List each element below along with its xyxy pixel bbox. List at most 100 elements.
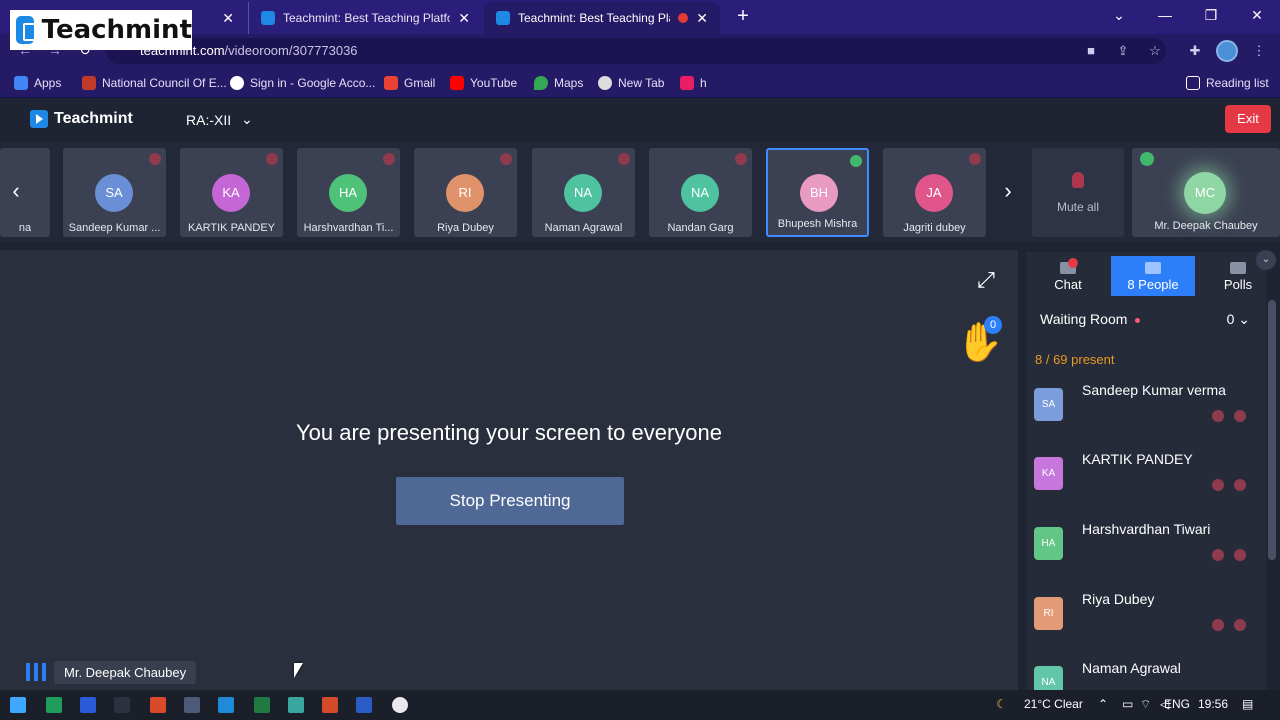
tab-search-dropdown-button[interactable]: ⌄: [1096, 0, 1142, 32]
minimize-button[interactable]: —: [1142, 0, 1188, 32]
profile-avatar[interactable]: [1216, 40, 1238, 62]
bookmark-label: Maps: [554, 76, 584, 90]
avatar: NA: [681, 174, 719, 212]
close-window-button[interactable]: ✕: [1234, 0, 1280, 32]
panel-scrollbar[interactable]: [1268, 300, 1276, 560]
bookmark-maps[interactable]: Maps: [534, 74, 583, 92]
new-tab-button[interactable]: +: [732, 5, 754, 27]
avatar: KA: [212, 174, 250, 212]
edge-browser-icon[interactable]: [218, 697, 234, 713]
strip-prev-arrow-icon[interactable]: ‹: [6, 176, 26, 206]
tab-title: Teachmint: Best Teaching Platform: [283, 11, 451, 25]
powerpoint-icon[interactable]: [322, 697, 338, 713]
strip-next-arrow-icon[interactable]: ›: [998, 176, 1018, 206]
tab-close-icon[interactable]: ✕: [696, 10, 708, 27]
browser-menu-icon[interactable]: ⋮: [1250, 42, 1268, 60]
camera-off-icon[interactable]: [1234, 479, 1246, 491]
people-list-item[interactable]: HA Harshvardhan Tiwari: [1034, 521, 1258, 581]
tray-overflow-icon[interactable]: ⌃: [1098, 697, 1108, 711]
mic-on-icon: [850, 155, 862, 167]
word-icon[interactable]: [356, 697, 372, 713]
reading-list-button[interactable]: Reading list: [1186, 74, 1269, 92]
mic-off-icon[interactable]: [1212, 410, 1224, 422]
share-icon[interactable]: ⇪: [1114, 42, 1132, 60]
app-circle-icon[interactable]: [392, 697, 408, 713]
weather-text[interactable]: 21°C Clear: [1024, 697, 1083, 711]
exit-button[interactable]: Exit: [1225, 105, 1271, 133]
tab-close-icon[interactable]: ✕: [222, 10, 234, 27]
class-selector[interactable]: RA:-XII ⌄: [186, 111, 253, 128]
participant-tile[interactable]: HA Harshvardhan Ti...: [297, 148, 400, 237]
tab-polls[interactable]: Polls: [1196, 256, 1280, 296]
participant-tile-active-speaker[interactable]: BH Bhupesh Mishra: [766, 148, 869, 237]
person-name: Riya Dubey: [1082, 591, 1155, 607]
people-icon: [1145, 262, 1161, 274]
participant-name: Harshvardhan Ti...: [303, 222, 394, 234]
camera-icon[interactable]: ■: [1082, 42, 1100, 60]
people-list-item[interactable]: KA KARTIK PANDEY: [1034, 451, 1258, 511]
polls-icon: [1230, 262, 1246, 274]
sheets-app-icon[interactable]: [46, 697, 62, 713]
speaker-name: Mr. Deepak Chaubey: [54, 660, 197, 684]
mic-off-icon[interactable]: [1212, 549, 1224, 561]
bookmark-gmail[interactable]: Gmail: [384, 74, 435, 92]
participant-tile[interactable]: NA Nandan Garg: [649, 148, 752, 237]
participant-tile[interactable]: SA Sandeep Kumar ...: [63, 148, 166, 237]
tab-people[interactable]: 8 People: [1111, 256, 1195, 296]
bookmark-ncert[interactable]: National Council Of E...: [82, 74, 227, 92]
wifi-icon[interactable]: ⌔: [1140, 697, 1151, 712]
camera-off-icon[interactable]: [1234, 549, 1246, 561]
person-name: Naman Agrawal: [1082, 660, 1181, 676]
participant-tile[interactable]: NA Naman Agrawal: [532, 148, 635, 237]
avatar: RI: [446, 174, 484, 212]
participant-tile[interactable]: JA Jagriti dubey: [883, 148, 986, 237]
stop-presenting-button[interactable]: Stop Presenting: [396, 477, 624, 525]
media-app-icon[interactable]: [80, 697, 96, 713]
host-tile[interactable]: MC Mr. Deepak Chaubey: [1132, 148, 1280, 237]
file-explorer-icon[interactable]: [114, 697, 130, 713]
camera-off-icon[interactable]: [1234, 410, 1246, 422]
present-count: 8 / 69 present: [1035, 352, 1115, 367]
chrome-icon[interactable]: [288, 697, 304, 713]
participant-tile[interactable]: RI Riya Dubey: [414, 148, 517, 237]
browser-tab-active[interactable]: Teachmint: Best Teaching Platfo ✕: [484, 2, 720, 34]
host-avatar: MC: [1184, 172, 1226, 214]
restore-button[interactable]: ❐: [1188, 0, 1234, 32]
notifications-icon[interactable]: ▤: [1242, 697, 1253, 711]
mic-off-icon[interactable]: [1212, 479, 1224, 491]
network-icon[interactable]: ▭: [1122, 697, 1133, 711]
camera-off-icon[interactable]: [1234, 619, 1246, 631]
bookmark-google-signin[interactable]: Sign in - Google Acco...: [230, 74, 375, 92]
teachmint-play-icon: [30, 110, 48, 128]
participant-tile[interactable]: KA KARTIK PANDEY: [180, 148, 283, 237]
google-icon: [230, 76, 244, 90]
bookmark-apps[interactable]: Apps: [14, 74, 61, 92]
language-indicator[interactable]: ENG: [1164, 697, 1190, 711]
windows-start-icon[interactable]: [10, 697, 26, 713]
tab-close-icon[interactable]: ✕: [458, 10, 470, 27]
excel-icon[interactable]: [254, 697, 270, 713]
bookmark-star-icon[interactable]: ☆: [1146, 42, 1164, 60]
people-list-item[interactable]: SA Sandeep Kumar verma: [1034, 382, 1258, 442]
waiting-room-row[interactable]: Waiting Room 0 ⌄: [1040, 311, 1250, 328]
mail-app-icon[interactable]: [184, 697, 200, 713]
clock[interactable]: 19:56: [1198, 697, 1228, 711]
address-bar[interactable]: teachmint.com/videoroom/307773036: [106, 38, 1166, 64]
mic-off-icon: [500, 153, 512, 165]
people-list-item[interactable]: NA Naman Agrawal: [1034, 660, 1258, 690]
bookmark-label: Gmail: [404, 76, 436, 90]
extensions-icon[interactable]: ✚: [1186, 42, 1204, 60]
bookmark-new-tab[interactable]: New Tab: [598, 74, 664, 92]
bookmark-h[interactable]: h: [680, 74, 707, 92]
office-app-icon[interactable]: [150, 697, 166, 713]
raise-hand-button[interactable]: ✋ 0: [956, 316, 1004, 368]
participant-name: Jagriti dubey: [903, 222, 966, 234]
mouse-cursor-icon: [294, 663, 303, 678]
people-list-item[interactable]: RI Riya Dubey: [1034, 591, 1258, 651]
browser-tab-2[interactable]: Teachmint: Best Teaching Platform ✕: [248, 2, 482, 34]
avatar: KA: [1034, 457, 1063, 490]
bookmark-youtube[interactable]: YouTube: [450, 74, 517, 92]
expand-icon[interactable]: ⤢: [970, 264, 1002, 296]
mute-all-button[interactable]: Mute all: [1032, 148, 1124, 237]
mic-off-icon[interactable]: [1212, 619, 1224, 631]
